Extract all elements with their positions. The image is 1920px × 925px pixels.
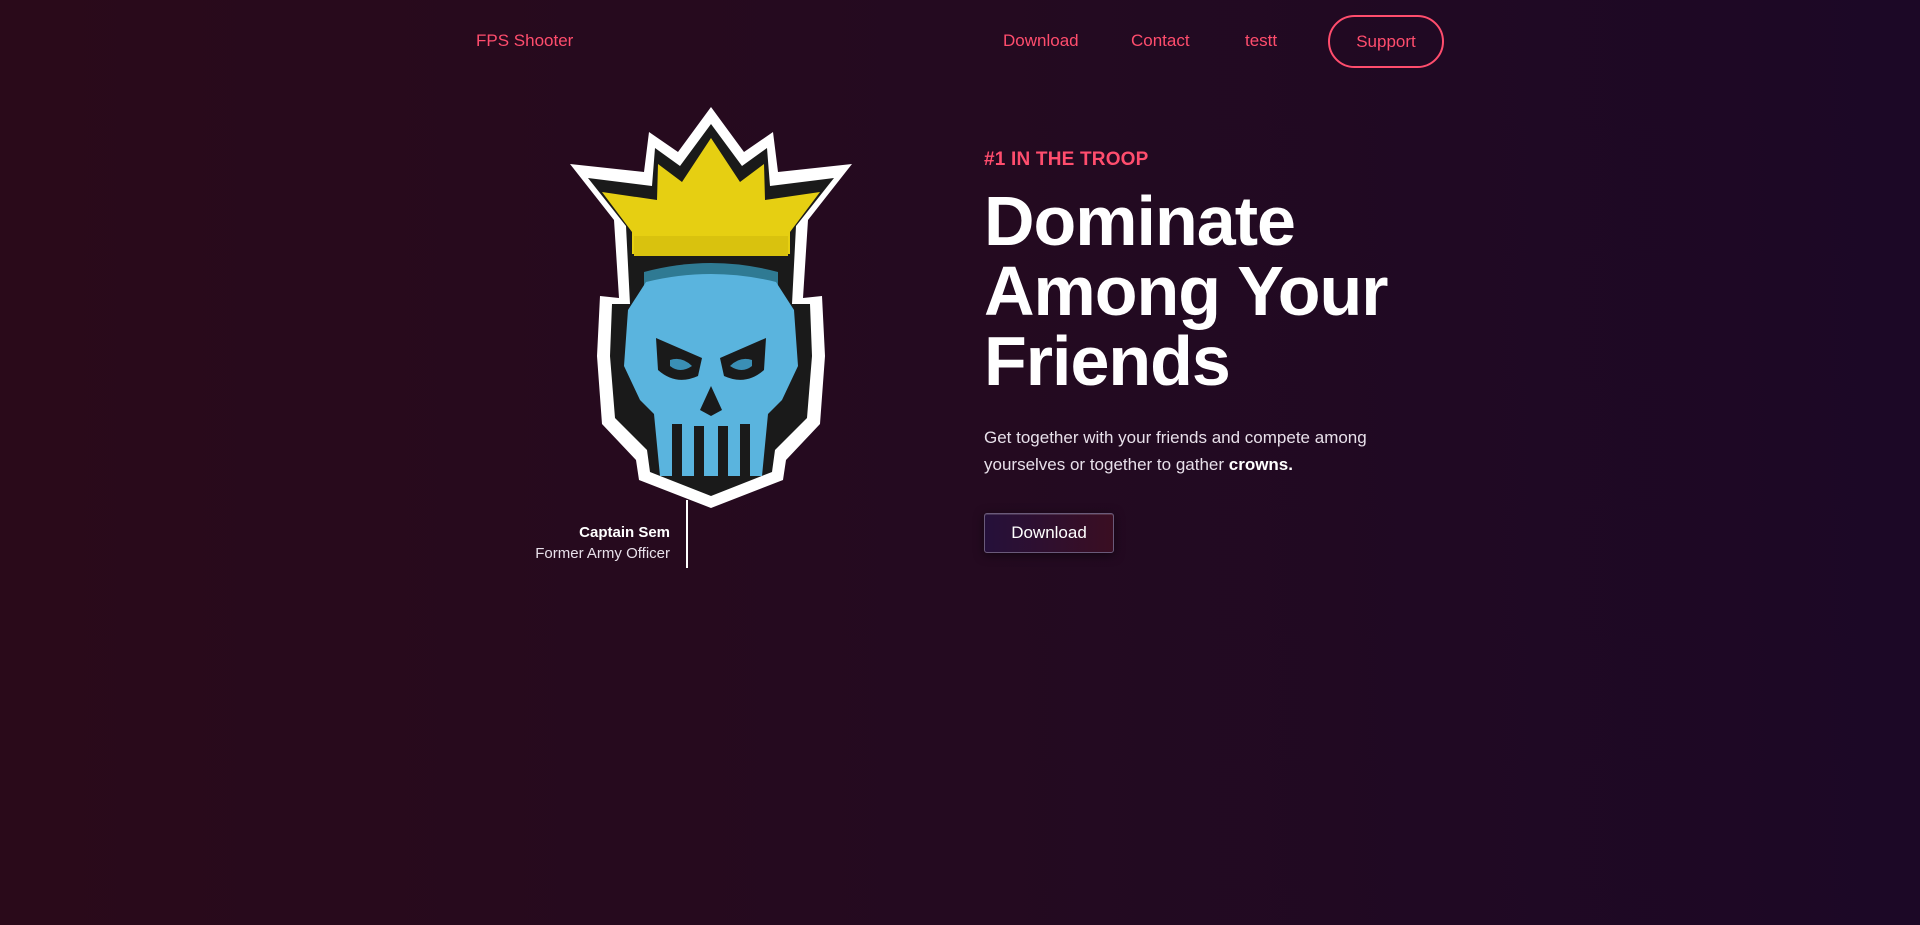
headline-line-2: Among Your — [984, 252, 1389, 330]
nav-link-download[interactable]: Download — [1003, 31, 1079, 51]
nav-link-contact[interactable]: Contact — [1131, 31, 1190, 51]
navbar: FPS Shooter Download Contact testt Suppo… — [0, 0, 1920, 82]
download-button[interactable]: Download — [984, 513, 1114, 553]
caption-name: Captain Sem — [579, 524, 670, 541]
description-emphasis: crowns. — [1228, 455, 1293, 474]
caption-role: Former Army Officer — [535, 545, 670, 562]
nav-link-testt[interactable]: testt — [1245, 31, 1277, 51]
headline-line-1: Dominate — [984, 182, 1296, 260]
hero-headline: Dominate Among Your Friends — [984, 186, 1464, 396]
support-button[interactable]: Support — [1328, 15, 1444, 68]
eyebrow-text: #1 IN THE TROOP — [984, 149, 1149, 170]
headline-line-3: Friends — [984, 322, 1231, 400]
description-text: Get together with your friends and compe… — [984, 428, 1367, 474]
crowned-skull-logo — [570, 107, 852, 508]
brand-link[interactable]: FPS Shooter — [476, 31, 573, 51]
hero-description: Get together with your friends and compe… — [984, 424, 1424, 478]
caption-divider — [686, 500, 688, 568]
